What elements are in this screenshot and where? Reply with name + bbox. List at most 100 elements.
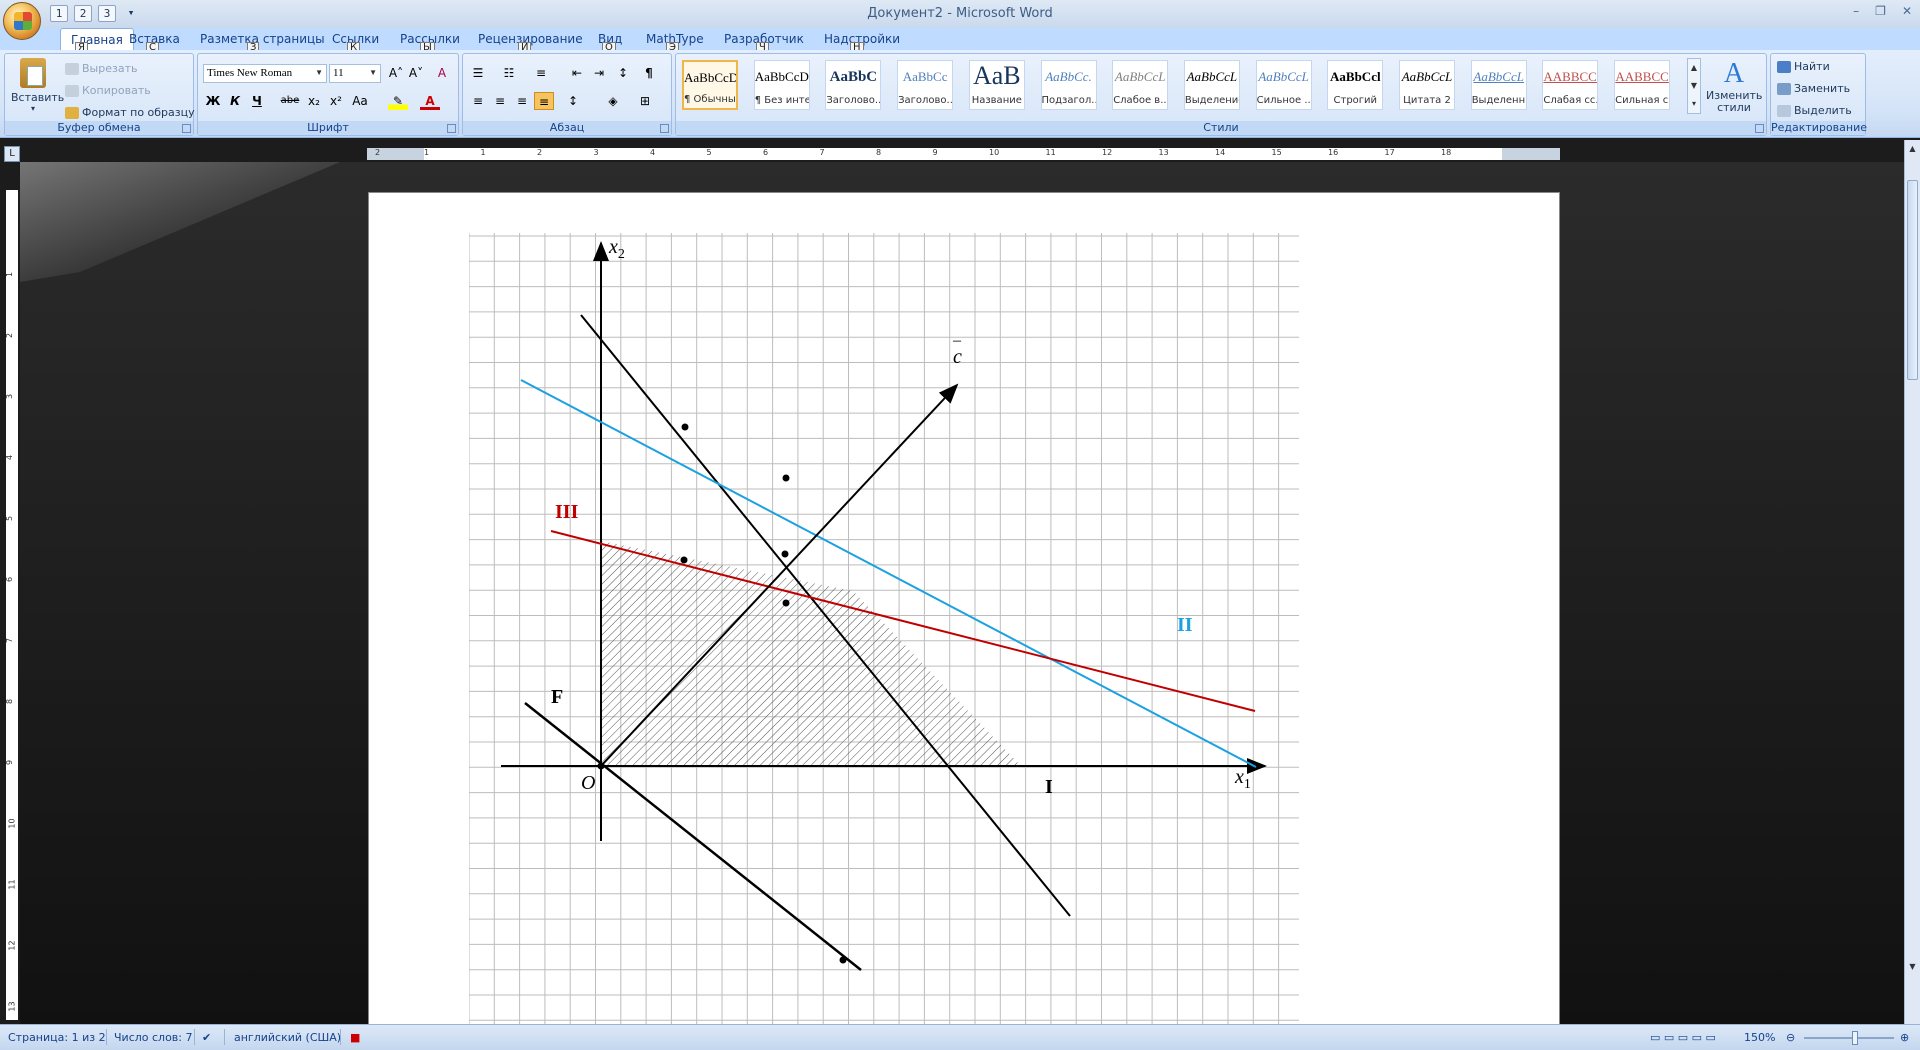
gallery-scroll[interactable]: ▲ ▼ ▾ (1687, 58, 1701, 114)
vertical-ruler[interactable]: 1 2 3 4 5 6 7 8 9 10 11 12 13 (5, 190, 18, 1020)
bold-button[interactable]: Ж (203, 92, 223, 110)
scroll-up-icon[interactable]: ▲ (1907, 144, 1918, 155)
clipboard-launcher[interactable] (182, 124, 191, 133)
page-count-status[interactable]: Страница: 1 из 2 (8, 1031, 106, 1044)
zoom-out-icon[interactable]: ⊖ (1786, 1031, 1795, 1044)
styles-launcher[interactable] (1755, 124, 1764, 133)
style-gallery-item[interactable]: AaBbCcL Сильное ... (1255, 60, 1312, 110)
style-sample: AaBbC (829, 69, 878, 85)
line-spacing-button[interactable]: ↕ (563, 92, 583, 110)
font-size-select[interactable]: 11 ▼ (329, 64, 381, 83)
close-button[interactable]: ✕ (1902, 4, 1912, 18)
zoom-slider-thumb[interactable] (1852, 1031, 1858, 1045)
change-styles-button[interactable]: A Изменить стили (1706, 58, 1762, 114)
justify-button[interactable]: ≡ (534, 92, 554, 110)
copy-button[interactable]: Копировать (65, 84, 151, 97)
shrink-font-button[interactable]: A˅ (406, 64, 426, 82)
replace-button[interactable]: Заменить (1777, 82, 1850, 95)
superscript-button[interactable]: x² (326, 92, 346, 110)
strikethrough-button[interactable]: abe (280, 92, 300, 110)
horizontal-ruler[interactable]: 2 1 1 2 3 4 5 6 7 8 9 10 11 12 13 14 15 16 17 18 (367, 148, 1560, 160)
style-name: Сильная с... (1615, 95, 1669, 106)
office-button[interactable] (3, 2, 41, 40)
show-marks-button[interactable]: ¶ (639, 64, 659, 82)
style-gallery-item[interactable]: AaBbCcD ¶ Без инте... (753, 60, 810, 110)
font-name-select[interactable]: Times New Roman ▼ (203, 64, 327, 83)
font-launcher[interactable] (447, 124, 456, 133)
clear-format-button[interactable]: A (432, 64, 452, 82)
zoom-level[interactable]: 150% (1744, 1031, 1775, 1044)
style-gallery-item[interactable]: AaBbCcL Выделение (1183, 60, 1240, 110)
paste-button[interactable]: Вставить ▾ (11, 58, 64, 120)
align-center-button[interactable]: ≡ (490, 92, 510, 110)
font-color-button[interactable]: A (420, 92, 440, 110)
vertical-scrollbar[interactable]: ▲ ▼ (1904, 140, 1920, 1024)
macro-record-icon[interactable]: ■ (350, 1031, 360, 1044)
paragraph-launcher[interactable] (660, 124, 669, 133)
decrease-indent-button[interactable]: ⇤ (567, 64, 587, 82)
style-gallery-item[interactable]: AaBbCcL Слабое в... (1112, 60, 1169, 110)
x1-axis-label: x1 (1234, 766, 1251, 792)
cut-label: Вырезать (82, 62, 138, 75)
copy-label: Копировать (82, 84, 151, 97)
italic-button[interactable]: К (225, 92, 245, 110)
style-name: Заголово... (826, 95, 881, 106)
style-sample: AaBbCcD (684, 70, 736, 85)
style-name: ¶ Обычный (684, 94, 736, 105)
increase-indent-button[interactable]: ⇥ (589, 64, 609, 82)
select-button[interactable]: Выделить (1777, 104, 1852, 117)
zoom-in-icon[interactable]: ⊕ (1900, 1031, 1909, 1044)
scroll-down-icon[interactable]: ▼ (1907, 962, 1918, 973)
scroll-thumb[interactable] (1907, 180, 1918, 380)
restore-button[interactable]: ❐ (1875, 4, 1886, 18)
style-gallery-item[interactable]: AaBbCc. Подзагол... (1040, 60, 1097, 110)
align-left-button[interactable]: ≡ (468, 92, 488, 110)
style-sample: AaBbCc. (1045, 69, 1092, 84)
ruler-number: 9 (5, 759, 15, 766)
numbering-button[interactable]: ☷ (499, 64, 519, 82)
zoom-slider[interactable] (1804, 1037, 1894, 1039)
select-label: Выделить (1794, 104, 1852, 117)
style-gallery-item[interactable]: AaBbCcD ¶ Обычный (682, 60, 738, 110)
align-center-icon: ≡ (494, 94, 506, 108)
style-gallery-item[interactable]: AaBbCc Заголово... (897, 60, 954, 110)
styles-group: AaBbCcD ¶ Обычный AaBbCcD¶ Без инте... AaBb… (675, 53, 1767, 136)
shading-button[interactable]: ◈ (603, 92, 623, 110)
change-case-button[interactable]: Aa (350, 92, 370, 110)
grow-font-button[interactable]: A˄ (386, 64, 406, 82)
style-gallery-item[interactable]: AaBbCcl Строгий (1327, 60, 1384, 110)
document-page[interactable]: x2 x1 O – c I II III F (368, 192, 1560, 1024)
style-gallery-item[interactable]: AaB Название (968, 60, 1025, 110)
minimize-button[interactable]: – (1853, 4, 1859, 18)
cut-button[interactable]: Вырезать (65, 62, 137, 75)
style-name: Выделение (1184, 95, 1239, 106)
bullets-button[interactable]: ☰ (468, 64, 488, 82)
multilevel-list-button[interactable]: ≡ (531, 64, 551, 82)
cursor-icon (1777, 105, 1791, 117)
underline-button[interactable]: Ч (247, 92, 267, 110)
style-gallery-item[interactable]: AABBCC Сильная с... (1614, 60, 1671, 110)
line-spacing-icon: ↕ (567, 94, 579, 108)
style-gallery-item[interactable]: AaBbCcL Цитата 2 (1399, 60, 1455, 110)
view-buttons[interactable]: ▭ ▭ ▭ ▭ ▭ (1650, 1031, 1716, 1044)
borders-button[interactable]: ⊞ (635, 92, 655, 110)
style-gallery-item[interactable]: AaBbC Заголово... (825, 60, 882, 110)
shading-icon: ◈ (608, 94, 618, 108)
style-gallery-item[interactable]: AaBbCcL Выделенн... (1470, 60, 1527, 110)
sort-button[interactable]: ↕ (613, 64, 633, 82)
tab-page-layout[interactable]: Разметка страницы (200, 32, 325, 46)
subscript-button[interactable]: x₂ (304, 92, 324, 110)
proofing-icon[interactable]: ✔ (202, 1031, 211, 1044)
format-painter-button[interactable]: Формат по образцу (65, 106, 195, 119)
word-count-status[interactable]: Число слов: 7 (114, 1031, 193, 1044)
find-button[interactable]: Найти (1777, 60, 1830, 73)
style-sample: AaBbCcL (1186, 69, 1238, 84)
highlight-button[interactable]: ✎ (388, 92, 408, 110)
align-right-button[interactable]: ≡ (512, 92, 532, 110)
style-name: Сильное ... (1256, 95, 1311, 106)
x2-axis-label: x2 (608, 236, 625, 262)
tab-selector[interactable]: L (4, 146, 20, 162)
language-status[interactable]: английский (США) (234, 1031, 341, 1044)
tab-home[interactable]: Главная (60, 28, 134, 52)
style-gallery-item[interactable]: AABBCCI Слабая сс... (1542, 60, 1599, 110)
